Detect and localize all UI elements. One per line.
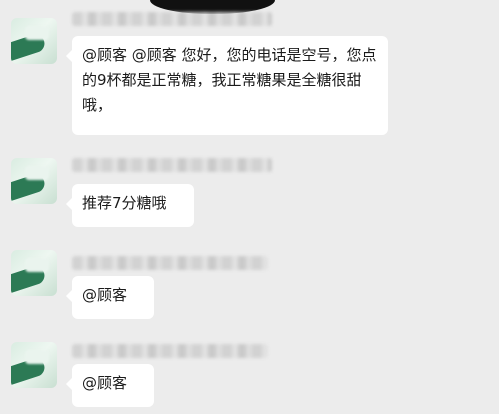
chat-bubble-1[interactable]: @顾客 @顾客 您好，您的电话是空号，您点的9杯都是正常糖，我正常糖果是全糖很甜…	[66, 36, 388, 135]
chat-bubble-2[interactable]: 推荐7分糖哦	[66, 184, 194, 227]
message-text: 推荐7分糖哦	[82, 194, 167, 212]
sender-name-blurred	[72, 344, 268, 358]
chat-bubble-3[interactable]: @顾客	[66, 276, 154, 319]
sender-name-blurred	[72, 12, 272, 26]
sender-name-blurred	[72, 158, 272, 172]
avatar[interactable]	[11, 158, 57, 204]
avatar[interactable]	[11, 250, 57, 296]
sender-name-blurred	[72, 256, 268, 270]
message-text: @顾客	[82, 374, 128, 392]
avatar[interactable]	[11, 342, 57, 388]
avatar[interactable]	[11, 18, 57, 64]
message-text: @顾客	[82, 286, 128, 304]
chat-bubble-4[interactable]: @顾客	[66, 364, 154, 407]
message-text: @顾客 @顾客 您好，您的电话是空号，您点的9杯都是正常糖，我正常糖果是全糖很甜…	[82, 46, 377, 114]
